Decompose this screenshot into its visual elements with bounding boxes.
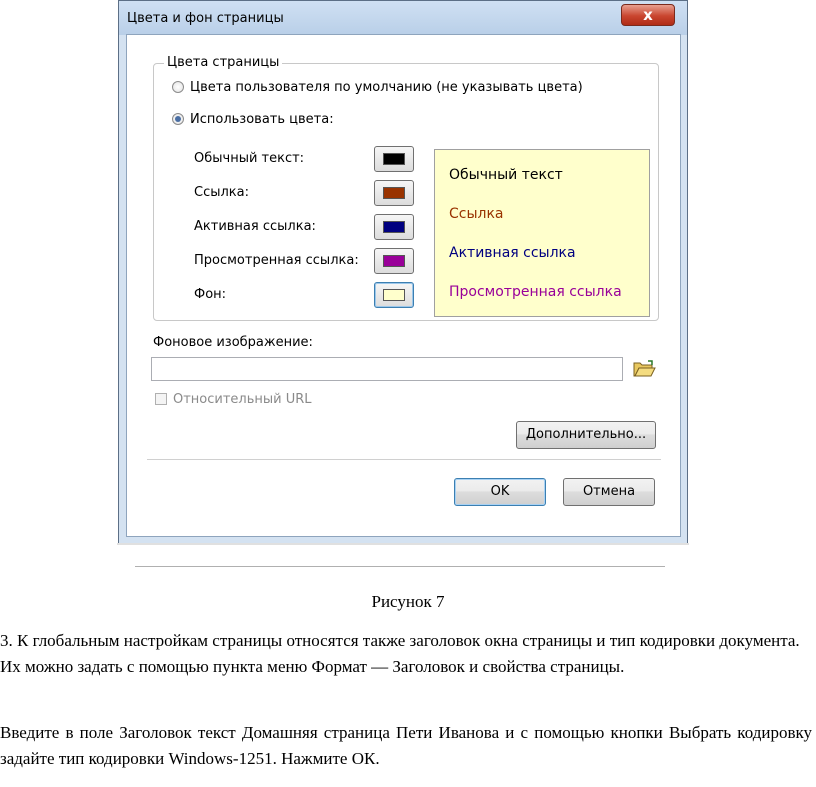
active-link-label: Активная ссылка: [194, 219, 316, 234]
preview-normal-text: Обычный текст [449, 167, 563, 183]
preview-link: Ссылка [449, 206, 504, 222]
dialog-body: Цвета страницы Цвета пользователя по умо… [126, 34, 681, 537]
close-button[interactable]: x [621, 4, 675, 26]
active-link-color-button[interactable] [374, 214, 414, 240]
color-preview-panel: Обычный текст Ссылка Активная ссылка Про… [434, 149, 650, 317]
radio-button-selected[interactable] [172, 113, 184, 125]
color-swatch [383, 289, 405, 301]
checkbox-box[interactable] [155, 393, 167, 405]
normal-text-label: Обычный текст: [194, 151, 305, 166]
color-swatch [383, 221, 405, 233]
folder-open-icon[interactable] [632, 359, 656, 379]
radio-default-label: Цвета пользователя по умолчанию (не указ… [190, 80, 583, 95]
visited-link-label: Просмотренная ссылка: [194, 253, 359, 268]
divider [147, 459, 661, 460]
figure-caption: Рисунок 7 [371, 592, 445, 611]
figure-divider [135, 566, 665, 567]
dialog-window: Цвета и фон страницы x Цвета страницы Цв… [117, 0, 689, 545]
background-image-label: Фоновое изображение: [153, 335, 313, 350]
radio-button[interactable] [172, 81, 184, 93]
page-colors-group: Цвета страницы Цвета пользователя по умо… [153, 55, 659, 321]
color-swatch [383, 153, 405, 165]
radio-default-colors[interactable]: Цвета пользователя по умолчанию (не указ… [172, 80, 583, 95]
visited-link-color-button[interactable] [374, 248, 414, 274]
radio-use-colors[interactable]: Использовать цвета: [172, 112, 334, 127]
title-bar[interactable]: Цвета и фон страницы x [119, 1, 687, 35]
relative-url-checkbox[interactable]: Относительный URL [155, 392, 312, 407]
preview-active-link: Активная ссылка [449, 245, 576, 261]
paragraph-1: 3. К глобальным настройкам страницы отно… [0, 631, 800, 676]
cancel-button[interactable]: Отмена [563, 478, 655, 506]
color-swatch [383, 255, 405, 267]
link-color-button[interactable] [374, 180, 414, 206]
background-color-button[interactable] [374, 282, 414, 308]
radio-custom-label: Использовать цвета: [190, 112, 334, 127]
dialog-title: Цвета и фон страницы [127, 11, 284, 26]
ok-button[interactable]: OK [454, 478, 546, 506]
preview-visited-link: Просмотренная ссылка [449, 284, 622, 300]
relative-url-label: Относительный URL [173, 392, 312, 407]
background-image-input[interactable] [151, 357, 623, 381]
background-label: Фон: [194, 287, 227, 302]
group-title: Цвета страницы [164, 55, 283, 70]
color-swatch [383, 187, 405, 199]
paragraph-2: Введите в поле Заголовок текст Домашняя … [0, 723, 812, 768]
normal-text-color-button[interactable] [374, 146, 414, 172]
advanced-button[interactable]: Дополнительно... [516, 421, 656, 449]
link-label: Ссылка: [194, 185, 249, 200]
